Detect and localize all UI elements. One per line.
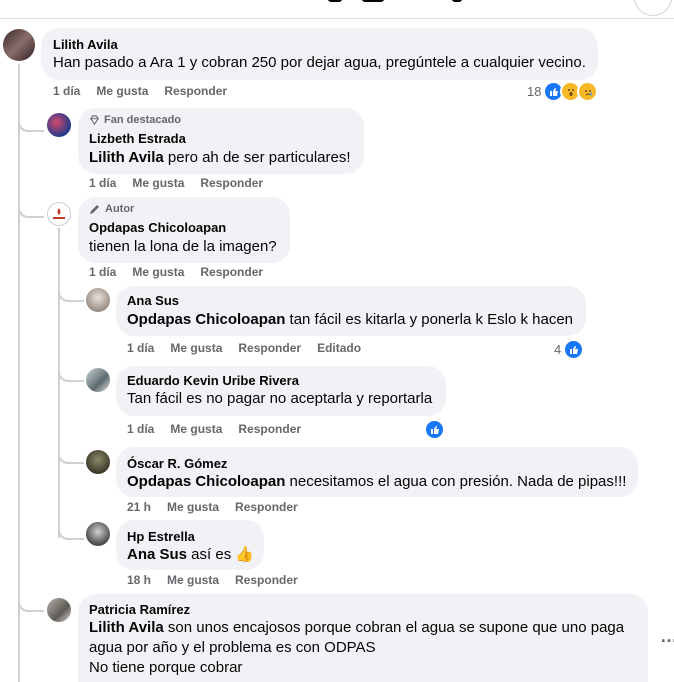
- like-button[interactable]: Me gusta: [170, 422, 222, 436]
- badge-label: Autor: [105, 203, 135, 215]
- timestamp[interactable]: 1 día: [127, 422, 154, 436]
- reply-button[interactable]: Responder: [200, 176, 263, 190]
- thumbs-up-emoji: 👍: [235, 546, 255, 563]
- thread-connector: [58, 450, 84, 464]
- author-badge: Autor: [89, 203, 134, 215]
- comment-actions: 1 día Me gusta Responder: [53, 84, 243, 98]
- avatar[interactable]: [86, 288, 110, 312]
- comment-actions: 1 día Me gusta Responder Editado: [127, 341, 377, 355]
- thread-connector: [18, 118, 44, 132]
- thread-line: [18, 64, 20, 682]
- mention[interactable]: Opdapas Chicoloapan: [127, 473, 285, 490]
- avatar[interactable]: [3, 29, 35, 61]
- close-icon[interactable]: [634, 0, 672, 16]
- comment-text-line: No tiene porque cobrar: [89, 659, 243, 676]
- reply-button[interactable]: Responder: [235, 573, 298, 587]
- thread-connector: [18, 596, 44, 612]
- like-button[interactable]: Me gusta: [167, 573, 219, 587]
- comment-author[interactable]: Eduardo Kevin Uribe Rivera: [127, 373, 299, 388]
- like-button[interactable]: Me gusta: [170, 341, 222, 355]
- thread-connector: [58, 524, 84, 540]
- top-bar: [0, 0, 674, 19]
- timestamp[interactable]: 18 h: [127, 573, 151, 587]
- comment-author[interactable]: Opdapas Chicoloapan: [89, 220, 226, 235]
- comment-author[interactable]: Óscar R. Gómez: [127, 456, 227, 471]
- comment-body: son unos encajosos porque cobran el agua…: [163, 619, 625, 636]
- comment-text: Ana Sus así es 👍: [127, 545, 254, 565]
- comment-actions: 1 día Me gusta Responder: [127, 422, 317, 436]
- reactions-count: 18: [527, 84, 542, 99]
- timestamp[interactable]: 21 h: [127, 500, 151, 514]
- like-icon: [563, 339, 585, 360]
- reactions-summary[interactable]: 4: [554, 339, 585, 360]
- like-button[interactable]: Me gusta: [132, 265, 184, 279]
- badge-label: Fan destacado: [104, 114, 182, 126]
- avatar[interactable]: [86, 522, 110, 546]
- comment-body: necesitamos el agua con presión. Nada de…: [285, 473, 627, 490]
- reply-button[interactable]: Responder: [200, 265, 263, 279]
- timestamp[interactable]: 1 día: [89, 176, 116, 190]
- thread-connector: [58, 288, 84, 302]
- comment-author[interactable]: Hp Estrella: [127, 529, 195, 544]
- avatar[interactable]: [86, 450, 110, 474]
- mention[interactable]: Ana Sus: [127, 546, 187, 563]
- thread-connector: [58, 368, 84, 382]
- reactions-count: 4: [554, 342, 562, 357]
- comment-text: tienen la lona de la imagen?: [89, 238, 277, 255]
- avatar[interactable]: [47, 113, 71, 137]
- title-fragment: [362, 0, 384, 2]
- comment-author[interactable]: Lilith Avila: [53, 37, 118, 52]
- comment-text: Tan fácil es no pagar no aceptarla y rep…: [127, 390, 433, 407]
- timestamp[interactable]: 1 día: [89, 265, 116, 279]
- timestamp[interactable]: 1 día: [127, 341, 154, 355]
- comment-author[interactable]: Ana Sus: [127, 293, 179, 308]
- mention[interactable]: Lilith Avila: [89, 149, 164, 166]
- comment-text: Opdapas Chicoloapan tan fácil es kitarla…: [127, 310, 573, 330]
- reply-button[interactable]: Responder: [238, 422, 301, 436]
- diamond-icon: [90, 114, 99, 125]
- comment-body: pero ah de ser particulares!: [163, 149, 351, 166]
- comment-author[interactable]: Patricia Ramírez: [89, 602, 190, 617]
- reply-button[interactable]: Responder: [235, 500, 298, 514]
- comment-text: Lilith Avila son unos encajosos porque c…: [89, 618, 624, 638]
- comment-actions: 18 h Me gusta Responder: [127, 573, 314, 587]
- top-fan-badge: Fan destacado: [89, 114, 181, 126]
- comment-text: Han pasado a Ara 1 y cobran 250 por deja…: [53, 54, 586, 71]
- reactions-summary[interactable]: [424, 419, 445, 440]
- comment-actions: 21 h Me gusta Responder: [127, 500, 314, 514]
- like-button[interactable]: Me gusta: [167, 500, 219, 514]
- comment-text-line: agua por año y el problema es con ODPAS: [89, 639, 376, 656]
- reply-button[interactable]: Responder: [164, 84, 227, 98]
- reply-button[interactable]: Responder: [238, 341, 301, 355]
- reactions-summary[interactable]: 18: [527, 81, 599, 102]
- avatar[interactable]: [86, 368, 110, 392]
- avatar[interactable]: [47, 598, 71, 622]
- thread-line: [58, 228, 60, 538]
- mention[interactable]: Opdapas Chicoloapan: [127, 311, 285, 328]
- edited-label[interactable]: Editado: [317, 341, 361, 355]
- title-fragment: [452, 0, 462, 2]
- comment-text: Opdapas Chicoloapan necesitamos el agua …: [127, 472, 626, 492]
- timestamp[interactable]: 1 día: [53, 84, 80, 98]
- more-options-icon[interactable]: …: [660, 626, 674, 647]
- pencil-icon: [90, 205, 99, 214]
- comment-body: tan fácil es kitarla y ponerla k Eslo k …: [285, 311, 574, 328]
- comment-text: Lilith Avila pero ah de ser particulares…: [89, 148, 351, 168]
- like-icon: [424, 419, 445, 440]
- avatar[interactable]: [47, 202, 71, 226]
- sad-icon: [577, 81, 599, 102]
- title-fragment: [328, 0, 342, 2]
- comment-body: así es: [187, 546, 236, 563]
- comment-actions: 1 día Me gusta Responder: [89, 265, 279, 279]
- comment-actions: 1 día Me gusta Responder: [89, 176, 279, 190]
- mention[interactable]: Lilith Avila: [89, 619, 164, 636]
- comment-author[interactable]: Lizbeth Estrada: [89, 131, 186, 146]
- like-button[interactable]: Me gusta: [132, 176, 184, 190]
- like-button[interactable]: Me gusta: [96, 84, 148, 98]
- thread-connector: [18, 202, 44, 218]
